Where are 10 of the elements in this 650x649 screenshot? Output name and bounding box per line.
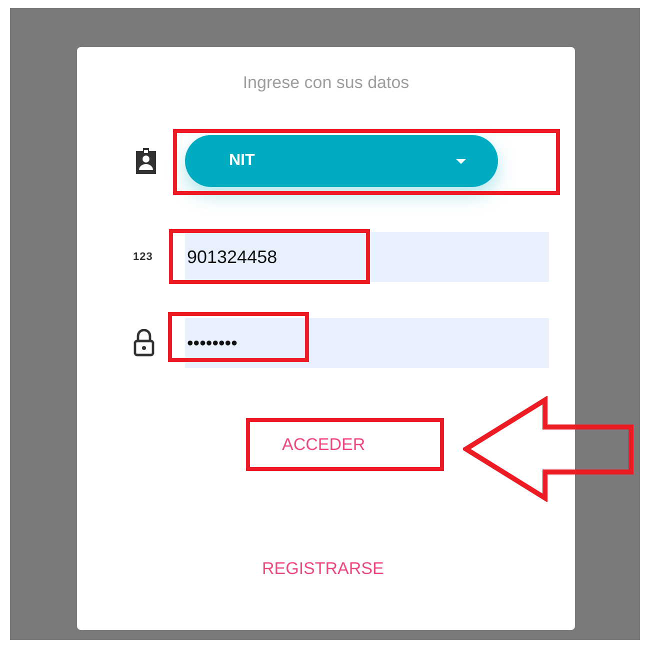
login-button[interactable]: ACCEDER xyxy=(246,418,444,471)
register-button[interactable]: REGISTRARSE xyxy=(262,554,384,584)
login-heading: Ingrese con sus datos xyxy=(242,73,410,93)
number-icon: 123 xyxy=(133,251,153,263)
caret-icon xyxy=(456,158,466,164)
document-type-dropdown[interactable]: NIT xyxy=(185,135,498,187)
lock-icon xyxy=(133,329,155,357)
id-number-field[interactable]: 901324458 xyxy=(185,232,549,282)
badge-icon xyxy=(133,147,159,175)
password-field[interactable]: •••••••• xyxy=(185,318,549,368)
